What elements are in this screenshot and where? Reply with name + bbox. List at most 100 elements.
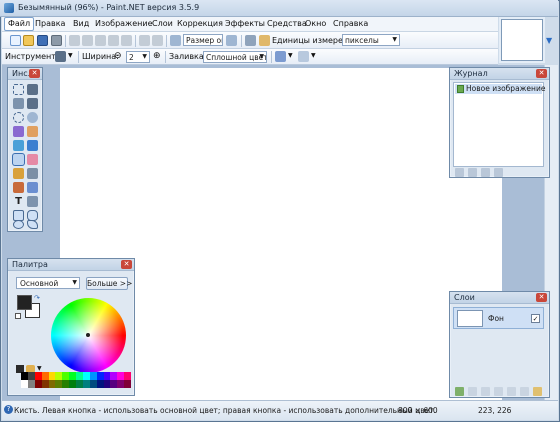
blend-mode-icon[interactable] — [298, 51, 309, 62]
swatch[interactable] — [82, 380, 90, 388]
decrease-icon[interactable]: ⊖ — [114, 51, 122, 61]
grid-icon[interactable] — [245, 35, 256, 46]
add-layer-icon[interactable] — [455, 387, 464, 396]
swatch[interactable] — [103, 380, 111, 388]
open-folder-icon[interactable] — [23, 35, 34, 46]
close-icon[interactable]: ✕ — [29, 69, 40, 78]
swatch[interactable] — [27, 372, 35, 380]
undo-icon[interactable] — [139, 35, 150, 46]
chevron-down-icon[interactable]: ▼ — [37, 365, 42, 372]
ruler-icon[interactable] — [259, 35, 270, 46]
swatch[interactable] — [21, 380, 28, 388]
rectangle-select-icon[interactable] — [13, 84, 24, 95]
layer-properties-icon[interactable] — [533, 387, 542, 396]
zoom-in-icon[interactable] — [226, 35, 237, 46]
swatch[interactable] — [41, 380, 49, 388]
layer-row[interactable]: Фон ✓ — [453, 307, 544, 329]
close-icon[interactable]: ✕ — [121, 260, 132, 269]
swatch[interactable] — [76, 380, 83, 388]
swatch[interactable] — [117, 380, 125, 388]
primary-color-swatch[interactable] — [17, 295, 32, 310]
chevron-down-icon[interactable]: ▼ — [68, 52, 73, 59]
menu-file[interactable]: Файл — [4, 17, 35, 31]
move-selection-icon[interactable] — [27, 84, 38, 95]
swatch[interactable] — [62, 380, 70, 388]
chevron-down-icon[interactable]: ▼ — [311, 52, 316, 59]
color-swatches[interactable] — [21, 372, 131, 388]
more-button[interactable]: Больше >> — [86, 277, 132, 290]
antialiasing-icon[interactable] — [275, 51, 286, 62]
crop-icon[interactable] — [108, 35, 119, 46]
deselect-icon[interactable] — [121, 35, 132, 46]
width-input[interactable]: 2 ▼ — [126, 51, 150, 63]
menu-window[interactable]: Окно — [305, 19, 326, 28]
lasso-icon[interactable] — [13, 98, 24, 109]
pencil-icon[interactable] — [13, 168, 24, 179]
swatch[interactable] — [96, 372, 104, 380]
close-icon[interactable]: ✕ — [536, 69, 547, 78]
swatch[interactable] — [124, 380, 131, 388]
move-layer-down-icon[interactable] — [520, 387, 529, 396]
swatch[interactable] — [27, 380, 35, 388]
swatch[interactable] — [21, 372, 28, 380]
text-tool-icon[interactable]: T — [13, 196, 24, 207]
print-icon[interactable] — [51, 35, 62, 46]
layers-panel-title[interactable]: Слои ✕ — [450, 292, 549, 304]
first-step-icon[interactable] — [455, 168, 464, 177]
move-selected-icon[interactable] — [27, 98, 38, 109]
swatch[interactable] — [117, 372, 125, 380]
zoom-combo[interactable]: Размер ок — [183, 34, 223, 46]
redo-icon[interactable] — [481, 168, 490, 177]
ellipse-select-icon[interactable] — [13, 112, 24, 123]
palette-panel-title[interactable]: Палитра ✕ — [8, 259, 134, 271]
history-item[interactable]: Новое изображение — [455, 84, 545, 94]
swatch[interactable] — [55, 380, 63, 388]
swatch[interactable] — [34, 372, 42, 380]
swatch[interactable] — [82, 372, 90, 380]
brush-tool-icon[interactable] — [55, 51, 66, 62]
redo-icon[interactable] — [152, 35, 163, 46]
reset-colors-icon[interactable] — [15, 313, 21, 319]
duplicate-layer-icon[interactable] — [481, 387, 490, 396]
move-layer-up-icon[interactable] — [507, 387, 516, 396]
merge-layer-icon[interactable] — [494, 387, 503, 396]
ellipse-icon[interactable] — [13, 220, 24, 229]
copy-icon[interactable] — [82, 35, 93, 46]
new-file-icon[interactable] — [10, 35, 21, 46]
swatch[interactable] — [76, 372, 83, 380]
swatch[interactable] — [103, 372, 111, 380]
menu-edit[interactable]: Правка — [35, 19, 65, 28]
swatch[interactable] — [110, 380, 118, 388]
chevron-down-icon[interactable]: ▼ — [546, 36, 552, 45]
color-picker-icon[interactable] — [27, 168, 38, 179]
last-step-icon[interactable] — [494, 168, 503, 177]
delete-layer-icon[interactable] — [468, 387, 477, 396]
swatch[interactable] — [62, 372, 70, 380]
close-icon[interactable]: ✕ — [536, 293, 547, 302]
menu-utilities[interactable]: Средства — [267, 19, 307, 28]
tools-panel-title[interactable]: Инс... ✕ — [8, 68, 42, 80]
cut-icon[interactable] — [69, 35, 80, 46]
zoom-icon[interactable] — [170, 35, 181, 46]
swatch[interactable] — [34, 380, 42, 388]
swap-colors-icon[interactable]: ↷ — [34, 294, 40, 302]
menu-adjustments[interactable]: Коррекция — [177, 19, 223, 28]
eraser-icon[interactable] — [27, 154, 38, 165]
swatch[interactable] — [69, 372, 76, 380]
swatch[interactable] — [110, 372, 118, 380]
swatch[interactable] — [89, 372, 97, 380]
menu-layers[interactable]: Слои — [152, 19, 173, 28]
gradient-icon[interactable] — [27, 140, 38, 151]
zoom-tool-icon[interactable] — [27, 112, 38, 123]
fill-combo[interactable]: Сплошной цвет ▼ — [203, 51, 267, 63]
undo-icon[interactable] — [468, 168, 477, 177]
paste-icon[interactable] — [95, 35, 106, 46]
recolor-icon[interactable] — [27, 182, 38, 193]
menu-help[interactable]: Справка — [333, 19, 368, 28]
chevron-down-icon[interactable]: ▼ — [288, 52, 293, 59]
freeform-shape-icon[interactable] — [27, 220, 38, 229]
swatch[interactable] — [48, 372, 56, 380]
increase-icon[interactable]: ⊕ — [153, 51, 161, 61]
pan-icon[interactable] — [27, 126, 38, 137]
title-bar[interactable]: Безымянный (96%) - Paint.NET версия 3.5.… — [0, 0, 558, 17]
